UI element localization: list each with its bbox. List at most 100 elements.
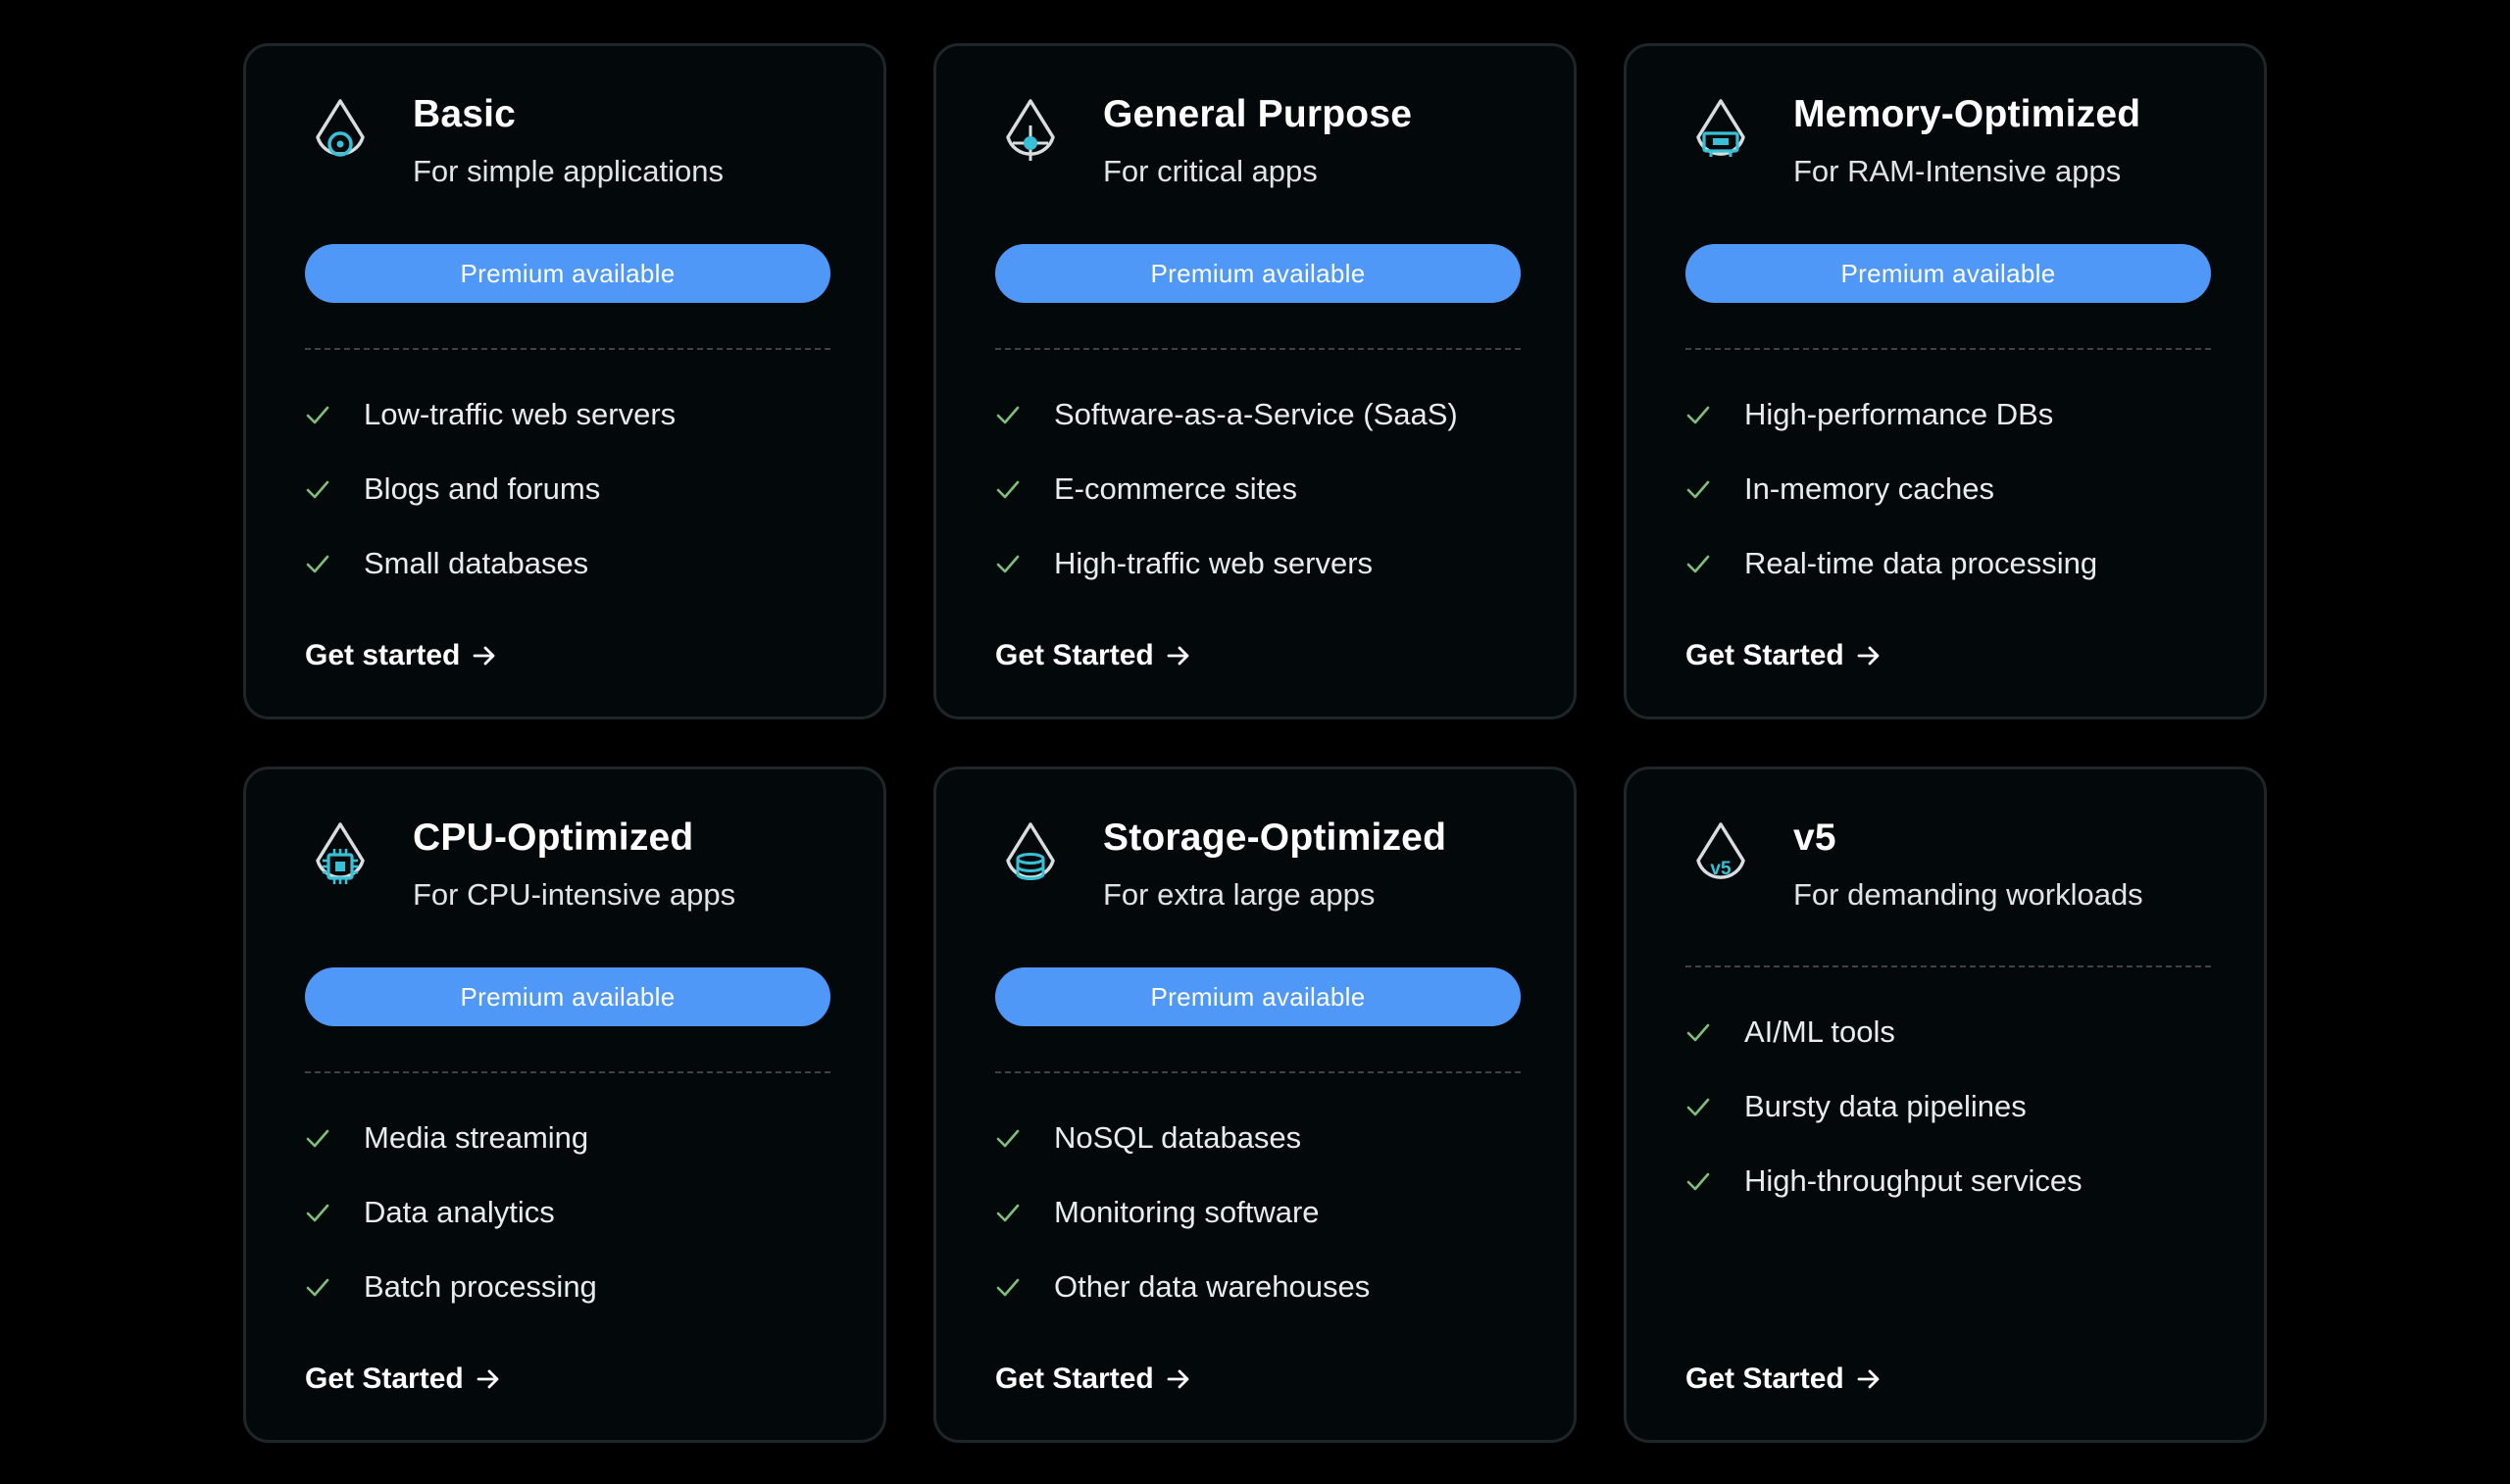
plan-card-general-purpose: General Purpose For critical apps Premiu… xyxy=(933,43,1577,719)
cta-label: Get started xyxy=(305,639,461,671)
card-subtitle: For simple applications xyxy=(413,154,725,188)
check-icon xyxy=(1686,1098,1710,1116)
check-icon xyxy=(306,1278,329,1297)
feature-text: Blogs and forums xyxy=(364,471,601,506)
check-icon xyxy=(996,480,1020,499)
feature-item: Blogs and forums xyxy=(305,470,676,509)
feature-item: Data analytics xyxy=(305,1193,597,1232)
check-icon xyxy=(996,406,1020,424)
premium-available-badge[interactable]: Premium available xyxy=(995,967,1521,1026)
droplet-storage-icon xyxy=(1006,822,1055,880)
card-title: v5 xyxy=(1793,816,1836,859)
card-header: v5 v5 For demanding workloads xyxy=(1685,815,2143,915)
feature-item: Monitoring software xyxy=(995,1193,1370,1232)
feature-list: NoSQL databases Monitoring software Othe… xyxy=(995,1118,1370,1342)
arrow-right-icon xyxy=(1167,1369,1189,1389)
feature-item: Media streaming xyxy=(305,1118,597,1158)
feature-item: NoSQL databases xyxy=(995,1118,1370,1158)
cta-label: Get Started xyxy=(1685,1362,1844,1395)
check-icon xyxy=(306,1129,329,1148)
v5-icon-text: v5 xyxy=(1710,859,1732,879)
premium-available-badge[interactable]: Premium available xyxy=(305,244,830,303)
dashed-divider xyxy=(995,348,1521,350)
card-title: Storage-Optimized xyxy=(1103,816,1447,859)
get-started-link[interactable]: Get Started xyxy=(1685,1358,1882,1401)
feature-item: High-traffic web servers xyxy=(995,544,1458,583)
cta-label: Get Started xyxy=(305,1362,464,1395)
droplet-memory-icon xyxy=(1696,99,1745,157)
check-icon xyxy=(1686,1172,1710,1191)
cta-label: Get Started xyxy=(1685,639,1844,671)
feature-text: Low-traffic web servers xyxy=(364,397,677,431)
card-title: General Purpose xyxy=(1103,93,1413,135)
card-subtitle: For extra large apps xyxy=(1103,877,1376,912)
plan-card-basic: Basic For simple applications Premium av… xyxy=(243,43,886,719)
get-started-link[interactable]: Get Started xyxy=(1685,634,1882,677)
get-started-link[interactable]: Get Started xyxy=(995,634,1191,677)
card-title: CPU-Optimized xyxy=(413,816,694,859)
card-header: Memory-Optimized For RAM-Intensive apps xyxy=(1685,91,2140,191)
premium-available-badge[interactable]: Premium available xyxy=(995,244,1521,303)
premium-available-badge[interactable]: Premium available xyxy=(1685,244,2211,303)
card-header: Basic For simple applications xyxy=(305,91,724,191)
check-icon xyxy=(996,555,1020,573)
check-icon xyxy=(1686,480,1710,499)
plan-card-storage-optimized: Storage-Optimized For extra large apps P… xyxy=(933,767,1577,1443)
droplet-crosshair-icon xyxy=(1006,99,1055,161)
card-subtitle: For CPU-intensive apps xyxy=(413,877,736,912)
arrow-right-icon xyxy=(1857,1369,1880,1389)
check-icon xyxy=(996,1129,1020,1148)
feature-list: Media streaming Data analytics Batch pro… xyxy=(305,1118,597,1342)
feature-text: Monitoring software xyxy=(1054,1195,1320,1229)
plan-card-cpu-optimized: CPU-Optimized For CPU-intensive apps Pre… xyxy=(243,767,886,1443)
dashed-divider xyxy=(305,1071,830,1073)
feature-text: Software-as-a-Service (SaaS) xyxy=(1054,397,1458,431)
plan-card-v5: v5 v5 For demanding workloads AI/ML tool… xyxy=(1624,767,2267,1443)
feature-text: E-commerce sites xyxy=(1054,471,1298,506)
feature-text: Bursty data pipelines xyxy=(1744,1089,2027,1123)
feature-item: E-commerce sites xyxy=(995,470,1458,509)
feature-item: High-performance DBs xyxy=(1685,395,2097,434)
feature-text: High-throughput services xyxy=(1744,1163,2083,1198)
get-started-link[interactable]: Get Started xyxy=(995,1358,1191,1401)
droplet-cpu-icon xyxy=(316,822,365,884)
check-icon xyxy=(306,406,329,424)
arrow-right-icon xyxy=(477,1369,499,1389)
arrow-right-icon xyxy=(1167,646,1189,666)
feature-text: High-traffic web servers xyxy=(1054,546,1374,580)
feature-list: High-performance DBs In-memory caches Re… xyxy=(1685,395,2097,618)
feature-item: Low-traffic web servers xyxy=(305,395,676,434)
feature-text: Small databases xyxy=(364,546,589,580)
card-header: Storage-Optimized For extra large apps xyxy=(995,815,1446,915)
feature-text: Data analytics xyxy=(364,1195,555,1229)
feature-text: NoSQL databases xyxy=(1054,1120,1302,1155)
feature-list: Low-traffic web servers Blogs and forums… xyxy=(305,395,676,618)
plans-grid: Basic For simple applications Premium av… xyxy=(243,43,2267,1443)
check-icon xyxy=(1686,1023,1710,1042)
droplet-v5-icon: v5 xyxy=(1696,822,1745,879)
dashed-divider xyxy=(995,1071,1521,1073)
dashed-divider xyxy=(1685,965,2211,967)
cta-label: Get Started xyxy=(995,639,1154,671)
feature-text: In-memory caches xyxy=(1744,471,1994,506)
dashed-divider xyxy=(305,348,830,350)
card-title: Basic xyxy=(413,93,517,135)
card-subtitle: For demanding workloads xyxy=(1793,877,2143,912)
get-started-link[interactable]: Get started xyxy=(305,634,497,677)
check-icon xyxy=(996,1278,1020,1297)
feature-text: Media streaming xyxy=(364,1120,589,1155)
get-started-link[interactable]: Get Started xyxy=(305,1358,501,1401)
check-icon xyxy=(1686,555,1710,573)
feature-item: AI/ML tools xyxy=(1685,1013,2083,1052)
feature-text: Other data warehouses xyxy=(1054,1269,1371,1304)
card-subtitle: For critical apps xyxy=(1103,154,1318,188)
feature-text: AI/ML tools xyxy=(1744,1014,1895,1049)
feature-item: In-memory caches xyxy=(1685,470,2097,509)
feature-text: Batch processing xyxy=(364,1269,597,1304)
feature-item: Other data warehouses xyxy=(995,1267,1370,1307)
droplet-target-icon xyxy=(316,99,365,157)
cta-label: Get Started xyxy=(995,1362,1154,1395)
premium-available-badge[interactable]: Premium available xyxy=(305,967,830,1026)
check-icon xyxy=(996,1204,1020,1222)
feature-item: Batch processing xyxy=(305,1267,597,1307)
